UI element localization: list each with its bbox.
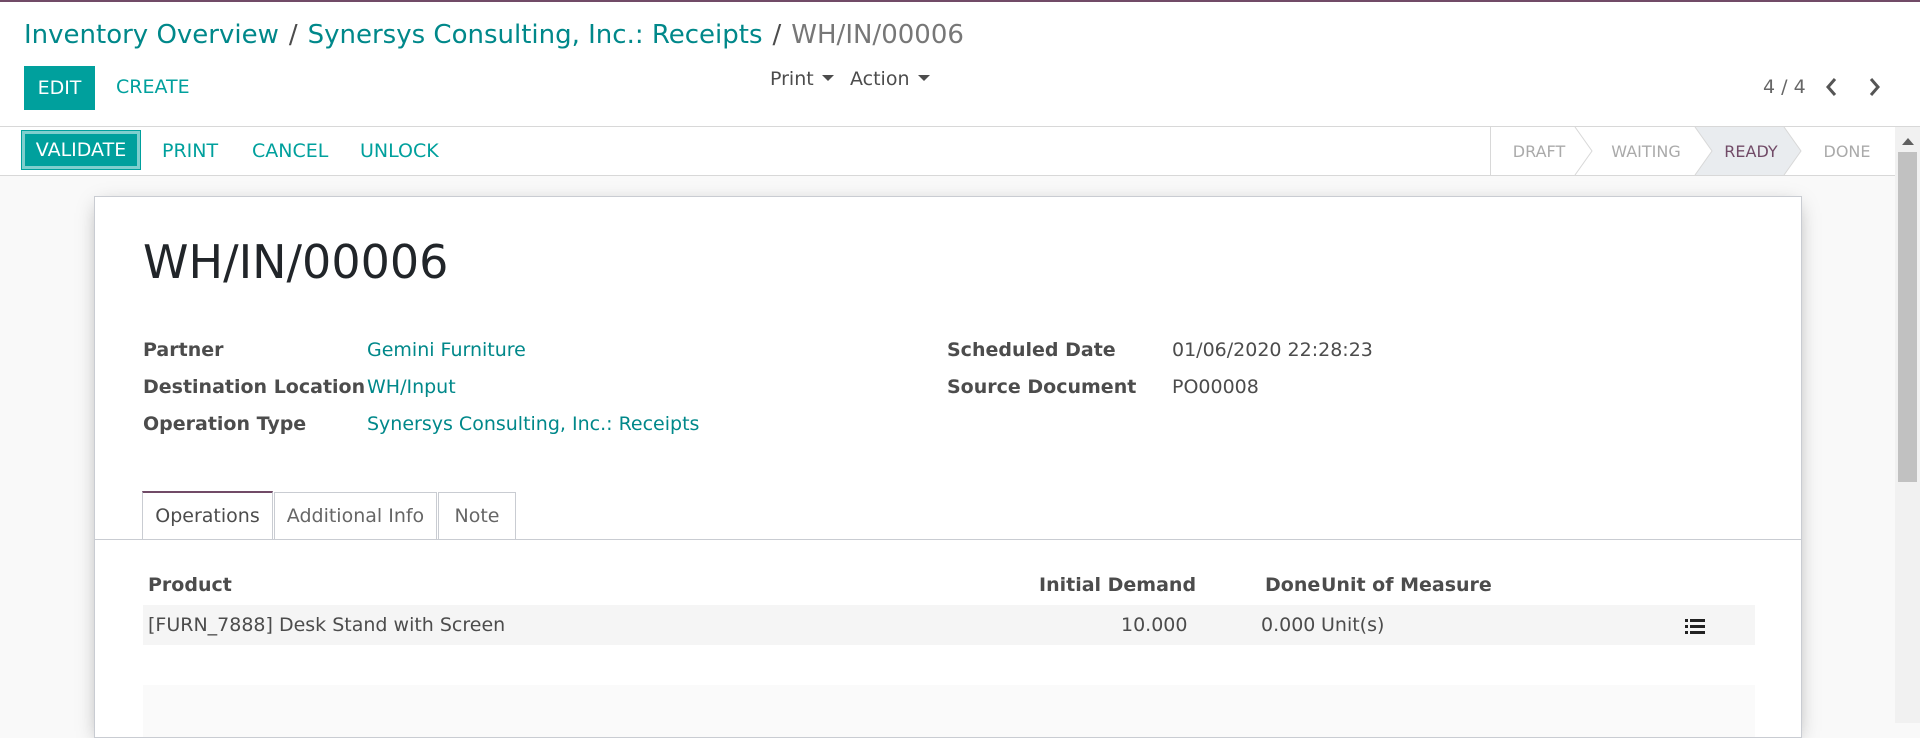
caret-down-icon: [821, 74, 834, 81]
row-product[interactable]: [FURN_7888] Desk Stand with Screen: [148, 614, 505, 636]
validate-button[interactable]: VALIDATE: [22, 131, 140, 169]
form-sheet: WH/IN/00006 Partner Gemini Furniture Des…: [94, 196, 1802, 738]
breadcrumb-current: WH/IN/00006: [791, 20, 964, 50]
create-button[interactable]: CREATE: [116, 76, 190, 98]
print-dropdown-label: Print: [770, 68, 814, 90]
operation-type-label: Operation Type: [143, 413, 307, 435]
partner-value[interactable]: Gemini Furniture: [367, 339, 526, 361]
tab-note[interactable]: Note: [438, 492, 516, 539]
record-title: WH/IN/00006: [143, 235, 449, 289]
print-button[interactable]: PRINT: [162, 136, 218, 166]
stage-draft[interactable]: DRAFT: [1491, 127, 1587, 175]
column-header-product[interactable]: Product: [148, 574, 232, 596]
destination-location-label: Destination Location: [143, 376, 366, 398]
print-dropdown[interactable]: Print: [770, 68, 834, 90]
scrollbar-thumb[interactable]: [1898, 152, 1917, 482]
destination-location-value[interactable]: WH/Input: [367, 376, 456, 398]
caret-down-icon: [917, 74, 930, 81]
pager-previous-button[interactable]: [1820, 74, 1844, 100]
cancel-button[interactable]: CANCEL: [252, 136, 328, 166]
empty-table-row: [143, 685, 1755, 737]
stage-waiting[interactable]: WAITING: [1593, 127, 1699, 175]
scroll-up-arrow-icon[interactable]: [1902, 138, 1914, 145]
breadcrumb-item-inventory-overview[interactable]: Inventory Overview: [24, 20, 279, 50]
edit-button[interactable]: EDIT: [24, 66, 95, 110]
action-dropdown-label: Action: [850, 68, 910, 90]
scheduled-date-value: 01/06/2020 22:28:23: [1172, 339, 1373, 361]
operation-type-value[interactable]: Synersys Consulting, Inc.: Receipts: [367, 413, 699, 435]
breadcrumb-item-receipts[interactable]: Synersys Consulting, Inc.: Receipts: [308, 20, 763, 50]
tab-operations[interactable]: Operations: [142, 491, 273, 539]
unlock-button[interactable]: UNLOCK: [360, 136, 439, 166]
column-header-unit-of-measure[interactable]: Unit of Measure: [1321, 574, 1492, 596]
pager-next-button[interactable]: [1862, 74, 1886, 100]
chevron-right-icon: [1869, 78, 1880, 96]
scheduled-date-label: Scheduled Date: [947, 339, 1116, 361]
chevron-left-icon: [1826, 78, 1837, 96]
row-initial-demand: 10.000: [1121, 614, 1188, 636]
tabs-divider: [95, 539, 1801, 540]
column-header-initial-demand[interactable]: Initial Demand: [1039, 574, 1196, 596]
source-document-label: Source Document: [947, 376, 1137, 398]
stage-bar: DRAFT WAITING READY DONE: [1490, 127, 1871, 175]
tab-additional-info[interactable]: Additional Info: [274, 492, 437, 539]
control-panel: Inventory Overview / Synersys Consulting, …: [0, 2, 1920, 127]
source-document-value: PO00008: [1172, 376, 1259, 398]
form-statusbar: VALIDATE PRINT CANCEL UNLOCK DRAFT WAITI…: [0, 127, 1895, 176]
column-header-done[interactable]: Done: [1265, 574, 1320, 596]
list-icon[interactable]: [1685, 618, 1705, 635]
breadcrumb: Inventory Overview / Synersys Consulting, …: [24, 20, 964, 50]
row-unit-of-measure: Unit(s): [1321, 614, 1385, 636]
stage-ready[interactable]: READY: [1713, 127, 1789, 175]
breadcrumb-separator: /: [288, 20, 298, 50]
row-done: 0.000: [1261, 614, 1316, 636]
partner-label: Partner: [143, 339, 224, 361]
pager-value[interactable]: 4 / 4: [1763, 76, 1806, 98]
action-dropdown[interactable]: Action: [850, 68, 930, 90]
stage-done[interactable]: DONE: [1801, 127, 1893, 175]
breadcrumb-separator: /: [772, 20, 782, 50]
